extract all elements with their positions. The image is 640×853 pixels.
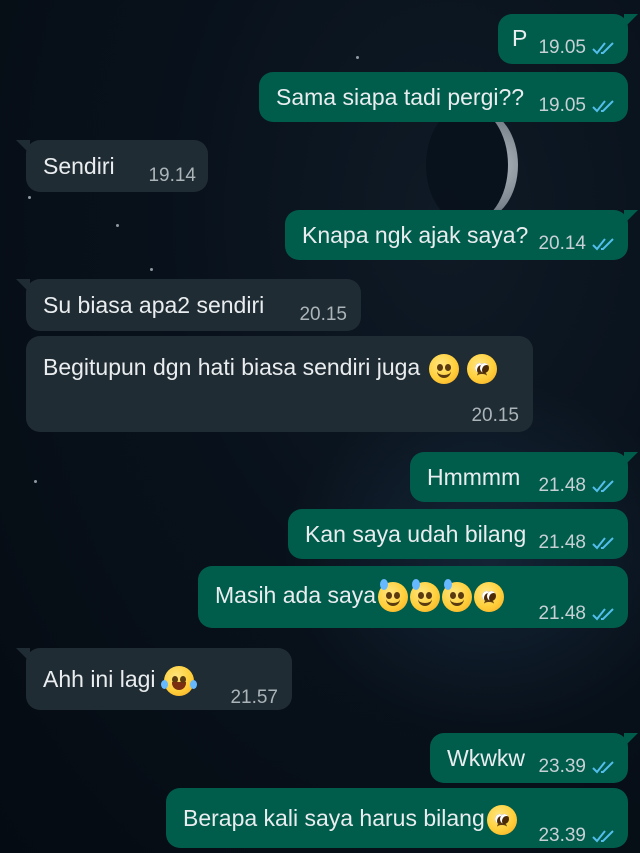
message-text: Sendiri <box>43 153 115 179</box>
message-meta: 21.48 <box>538 529 616 557</box>
read-double-check-icon <box>592 238 614 251</box>
message-outgoing[interactable]: Knapa ngk ajak saya? 20.14 <box>285 210 638 260</box>
message-text-content: Begitupun dgn hati biasa sendiri juga <box>43 354 421 380</box>
read-double-check-icon <box>592 42 614 55</box>
message-meta: 23.39 <box>538 822 616 850</box>
read-double-check-icon <box>592 608 614 621</box>
message-text: Knapa ngk ajak saya? <box>302 222 529 248</box>
message-time: 19.05 <box>538 95 586 116</box>
message-meta: 20.14 <box>538 230 616 258</box>
message-outgoing[interactable]: Hmmmm 21.48 <box>410 452 638 502</box>
message-meta: 19.05 <box>538 34 616 62</box>
message-text: P <box>512 25 528 51</box>
message-time: 20.14 <box>538 233 586 254</box>
tears-of-joy-emoji-icon <box>160 665 197 696</box>
message-meta: 20.15 <box>471 402 519 430</box>
message-time: 19.14 <box>148 165 196 186</box>
pleading-face-emoji-icon <box>486 804 517 835</box>
message-meta: 20.15 <box>299 301 347 329</box>
message-time: 23.39 <box>538 756 586 777</box>
message-time: 20.15 <box>299 304 347 325</box>
message-text: Sama siapa tadi pergi?? <box>276 84 525 110</box>
message-text: Begitupun dgn hati biasa sendiri juga <box>43 353 498 384</box>
message-meta: 23.39 <box>538 753 616 781</box>
message-incoming[interactable]: Su biasa apa2 sendiri 20.15 <box>16 279 361 331</box>
message-text: Ahh ini lagi <box>43 665 197 696</box>
message-outgoing[interactable]: Masih ada saya 21.48 <box>198 566 628 628</box>
message-outgoing[interactable]: Berapa kali saya harus bilang 23.39 <box>166 788 628 848</box>
message-meta: 19.14 <box>148 162 196 190</box>
message-text: Masih ada saya <box>215 578 505 612</box>
message-meta: 21.48 <box>538 600 616 628</box>
message-time: 23.39 <box>538 825 586 846</box>
message-time: 21.48 <box>538 532 586 553</box>
read-double-check-icon <box>592 480 614 493</box>
message-outgoing[interactable]: Sama siapa tadi pergi?? 19.05 <box>259 72 628 122</box>
message-incoming[interactable]: Sendiri 19.14 <box>16 140 208 192</box>
message-meta: 21.57 <box>230 684 278 712</box>
message-text: Kan saya udah bilang <box>305 521 527 547</box>
message-text-content: Ahh ini lagi <box>43 666 156 692</box>
grinning-sweat-face-emoji-icon <box>442 578 473 612</box>
message-meta: 21.48 <box>538 472 616 500</box>
smiling-face-emoji-icon <box>428 353 459 384</box>
message-time: 20.15 <box>471 405 519 426</box>
message-text: Wkwkw <box>447 745 525 771</box>
grinning-sweat-face-emoji-icon <box>378 578 409 612</box>
chat-conversation: P 19.05 Sama siapa tadi pergi?? 19.05 Se… <box>0 0 640 853</box>
read-double-check-icon <box>592 100 614 113</box>
message-time: 21.57 <box>230 687 278 708</box>
message-outgoing[interactable]: Wkwkw 23.39 <box>430 733 638 783</box>
message-incoming[interactable]: Begitupun dgn hati biasa sendiri juga 20… <box>26 336 533 432</box>
message-meta: 19.05 <box>538 92 616 120</box>
message-outgoing[interactable]: Kan saya udah bilang 21.48 <box>288 509 628 559</box>
message-time: 19.05 <box>538 37 586 58</box>
message-outgoing[interactable]: P 19.05 <box>498 14 638 64</box>
read-double-check-icon <box>592 830 614 843</box>
message-text-content: Masih ada saya <box>215 582 377 608</box>
message-time: 21.48 <box>538 475 586 496</box>
grinning-sweat-face-emoji-icon <box>410 578 441 612</box>
message-text: Su biasa apa2 sendiri <box>43 292 265 318</box>
read-double-check-icon <box>592 761 614 774</box>
message-text: Berapa kali saya harus bilang <box>183 804 517 835</box>
read-double-check-icon <box>592 537 614 550</box>
message-incoming[interactable]: Ahh ini lagi 21.57 <box>16 648 292 712</box>
pleading-face-emoji-icon <box>474 581 505 612</box>
message-time: 21.48 <box>538 603 586 624</box>
message-text-content: Berapa kali saya harus bilang <box>183 805 485 831</box>
message-text: Hmmmm <box>427 464 521 490</box>
pleading-face-emoji-icon <box>467 353 498 384</box>
